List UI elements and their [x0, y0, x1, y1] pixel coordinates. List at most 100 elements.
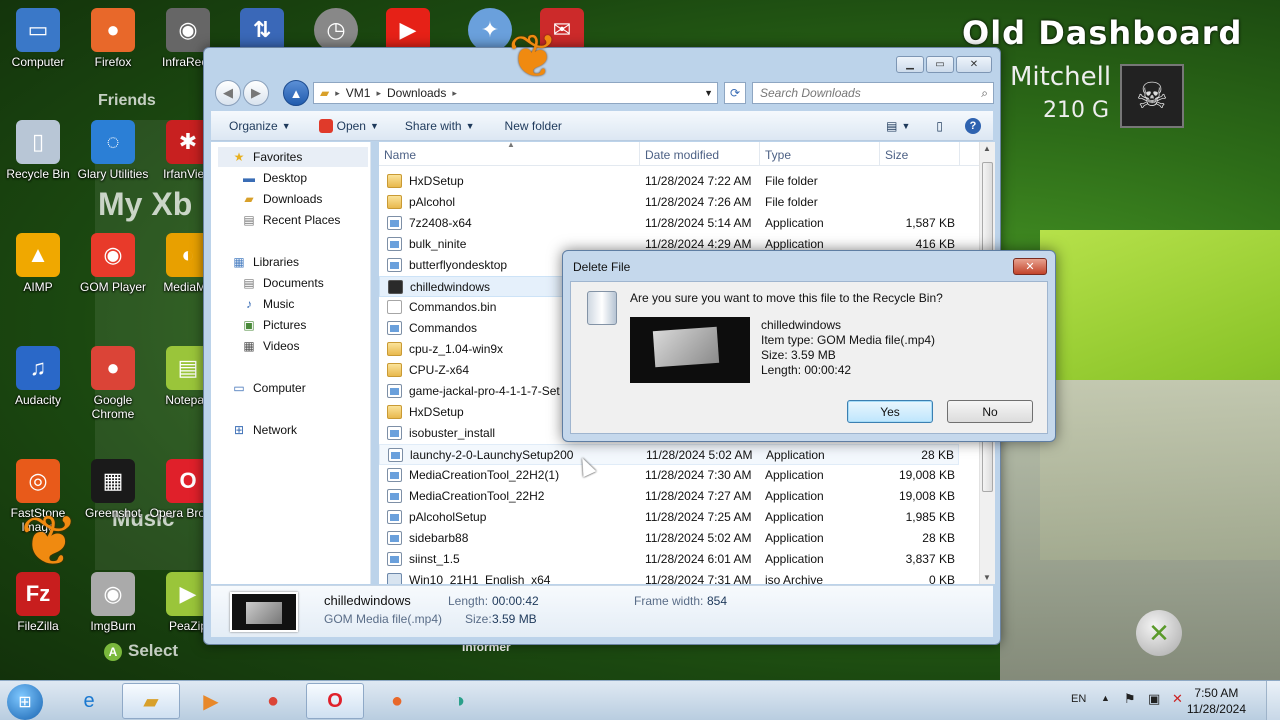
- share-with-label: Share with: [404, 118, 462, 133]
- help-button[interactable]: ?: [965, 117, 981, 134]
- desktop-icon-label: Audacity: [14, 393, 62, 407]
- nav-documents[interactable]: ▤ Documents: [241, 276, 323, 290]
- column-date-modified[interactable]: Date modified: [645, 148, 719, 162]
- file-name: cpu-z_1.04-win9x: [409, 342, 504, 356]
- breadcrumb-vm1[interactable]: VM1: [346, 86, 371, 100]
- no-button[interactable]: No: [947, 400, 1033, 423]
- nav-network[interactable]: ⊞ Network: [231, 423, 297, 437]
- desktop-icon-gom-player[interactable]: ◉ GOM Player: [73, 233, 153, 294]
- flag-icon[interactable]: ⚑: [1124, 691, 1136, 707]
- app-icon[interactable]: ◑: [430, 683, 488, 719]
- nav-favorites-label: Favorites: [253, 150, 303, 164]
- desktop-icon-audacity[interactable]: ♫ Audacity: [0, 346, 78, 407]
- yes-button[interactable]: Yes: [847, 400, 933, 423]
- nav-computer[interactable]: ▭ Computer: [231, 381, 305, 395]
- folder-icon: ▰: [320, 86, 330, 100]
- nav-recent-places[interactable]: ▤ Recent Places: [241, 213, 340, 227]
- file-type: Application: [765, 468, 824, 482]
- dialog-close-button[interactable]: ✕: [1013, 258, 1047, 275]
- opera-icon[interactable]: O: [306, 683, 364, 719]
- close-button[interactable]: ✕: [956, 56, 992, 73]
- view-options-button[interactable]: ▤ ▼: [886, 119, 910, 133]
- table-row[interactable]: pAlcohol 11/28/2024 7:26 AM File folder: [379, 192, 959, 213]
- back-button[interactable]: ◀: [215, 80, 241, 106]
- iso-file-icon: [387, 573, 402, 584]
- computer-icon: ▭: [233, 381, 245, 395]
- nav-network-label: Network: [253, 423, 298, 437]
- app-icon: ▭: [16, 8, 60, 52]
- address-dropdown-icon[interactable]: ▼: [704, 88, 713, 98]
- column-size[interactable]: Size: [885, 148, 908, 162]
- nav-videos[interactable]: ▦ Videos: [241, 339, 299, 353]
- xbox-logo-icon[interactable]: ✕: [1136, 610, 1182, 656]
- network-tray-icon[interactable]: ▣: [1148, 691, 1160, 707]
- tray-expand-icon[interactable]: ▲: [1101, 693, 1110, 703]
- chrome-icon[interactable]: ●: [244, 683, 302, 719]
- minimize-button[interactable]: ▁: [896, 56, 924, 73]
- show-desktop-button[interactable]: [1266, 681, 1280, 720]
- file-size: 28 KB: [921, 448, 954, 462]
- table-row[interactable]: 7z2408-x64 11/28/2024 5:14 AM Application 1…: [379, 213, 959, 234]
- desktop-icon-imgburn[interactable]: ◉ ImgBurn: [73, 572, 153, 633]
- up-arrow-icon[interactable]: ▲: [283, 80, 309, 106]
- nav-libraries[interactable]: ▦ Libraries: [231, 255, 299, 269]
- new-folder-button[interactable]: New folder: [505, 119, 562, 133]
- desktop-icon-google-chrome[interactable]: ● Google Chrome: [73, 346, 153, 421]
- scroll-up-icon[interactable]: ▲: [983, 144, 991, 153]
- nav-pictures[interactable]: ▣ Pictures: [241, 318, 306, 332]
- desktop-icon-recycle-bin[interactable]: ▯ Recycle Bin: [0, 120, 78, 181]
- column-name[interactable]: Name: [384, 148, 416, 162]
- table-row[interactable]: MediaCreationTool_22H2 11/28/2024 7:27 AM…: [379, 486, 959, 507]
- file-name: Win10_21H1_English_x64: [409, 573, 551, 584]
- desktop-icon-firefox[interactable]: ● Firefox: [73, 8, 153, 69]
- breadcrumb-downloads[interactable]: Downloads: [387, 86, 446, 100]
- search-input[interactable]: Search Downloads ⌕: [752, 82, 994, 104]
- start-button[interactable]: ⊞: [7, 684, 43, 720]
- table-row[interactable]: siinst_1.5 11/28/2024 6:01 AM Application 3…: [379, 549, 959, 570]
- clock[interactable]: 7:50 AM 11/28/2024: [1187, 685, 1246, 717]
- desktop-icon-computer[interactable]: ▭ Computer: [0, 8, 78, 69]
- nav-downloads[interactable]: ▰ Downloads: [241, 192, 322, 206]
- nav-music[interactable]: ♪ Music: [241, 297, 294, 311]
- delete-file-dialog[interactable]: Delete File ✕ Are you sure you want to m…: [562, 250, 1056, 442]
- sort-up-icon: ▲: [507, 142, 515, 149]
- desktop-icon-aimp[interactable]: ▲ AIMP: [0, 233, 78, 294]
- column-type[interactable]: Type: [765, 148, 791, 162]
- organize-button[interactable]: Organize ▼: [229, 119, 291, 133]
- firefox-icon[interactable]: ●: [368, 683, 426, 719]
- file-date: 11/28/2024 7:30 AM: [645, 468, 752, 482]
- file-date: 11/28/2024 7:25 AM: [645, 510, 752, 524]
- nav-favorites[interactable]: ★ Favorites: [231, 150, 303, 164]
- media-player-icon[interactable]: ▶: [182, 683, 240, 719]
- share-with-button[interactable]: Share with ▼: [405, 119, 475, 133]
- maximize-button[interactable]: ▭: [926, 56, 954, 73]
- desktop-icon-glary-utilities[interactable]: ◌ Glary Utilities: [73, 120, 153, 181]
- nav-libraries-label: Libraries: [253, 255, 300, 269]
- scroll-down-icon[interactable]: ▼: [983, 573, 991, 582]
- table-row[interactable]: Win10_21H1_English_x64 11/28/2024 7:31 AM…: [379, 570, 959, 584]
- refresh-icon[interactable]: ⟳: [724, 82, 746, 104]
- table-row[interactable]: MediaCreationTool_22H2(1) 11/28/2024 7:30…: [379, 465, 959, 486]
- volume-muted-icon[interactable]: ✕: [1172, 691, 1183, 707]
- details-length-value: 00:00:42: [492, 594, 539, 608]
- open-button[interactable]: Open ▼: [318, 118, 379, 133]
- table-row[interactable]: sidebarb88 11/28/2024 5:02 AM Application 2…: [379, 528, 959, 549]
- table-row[interactable]: pAlcoholSetup 11/28/2024 7:25 AM Applicati…: [379, 507, 959, 528]
- nav-desktop[interactable]: ▬ Desktop: [241, 171, 307, 185]
- forward-button[interactable]: ▶: [243, 80, 269, 106]
- internet-explorer-icon[interactable]: e: [60, 683, 118, 719]
- application-icon: [387, 426, 402, 440]
- desktop-icon-label: AIMP: [23, 280, 53, 294]
- preview-pane-button[interactable]: ▯: [936, 119, 943, 133]
- search-icon[interactable]: ⌕: [981, 83, 988, 103]
- table-row[interactable]: launchy-2-0-LaunchySetup200 11/28/2024 5:…: [379, 444, 959, 465]
- explorer-taskbar-icon[interactable]: ▰: [122, 683, 180, 719]
- details-pane: chilledwindows GOM Media file(.mp4) Leng…: [211, 585, 993, 637]
- desktop-icon-greenshot[interactable]: ▦ Greenshot: [73, 459, 153, 520]
- table-row[interactable]: HxDSetup 11/28/2024 7:22 AM File folder: [379, 171, 959, 192]
- wallpaper-text-friends: Friends: [98, 92, 156, 109]
- app-icon: ◉: [91, 572, 135, 616]
- file-date: 11/28/2024 4:29 AM: [645, 237, 752, 251]
- details-size-label: Size:: [465, 612, 492, 626]
- language-indicator[interactable]: EN: [1071, 693, 1086, 705]
